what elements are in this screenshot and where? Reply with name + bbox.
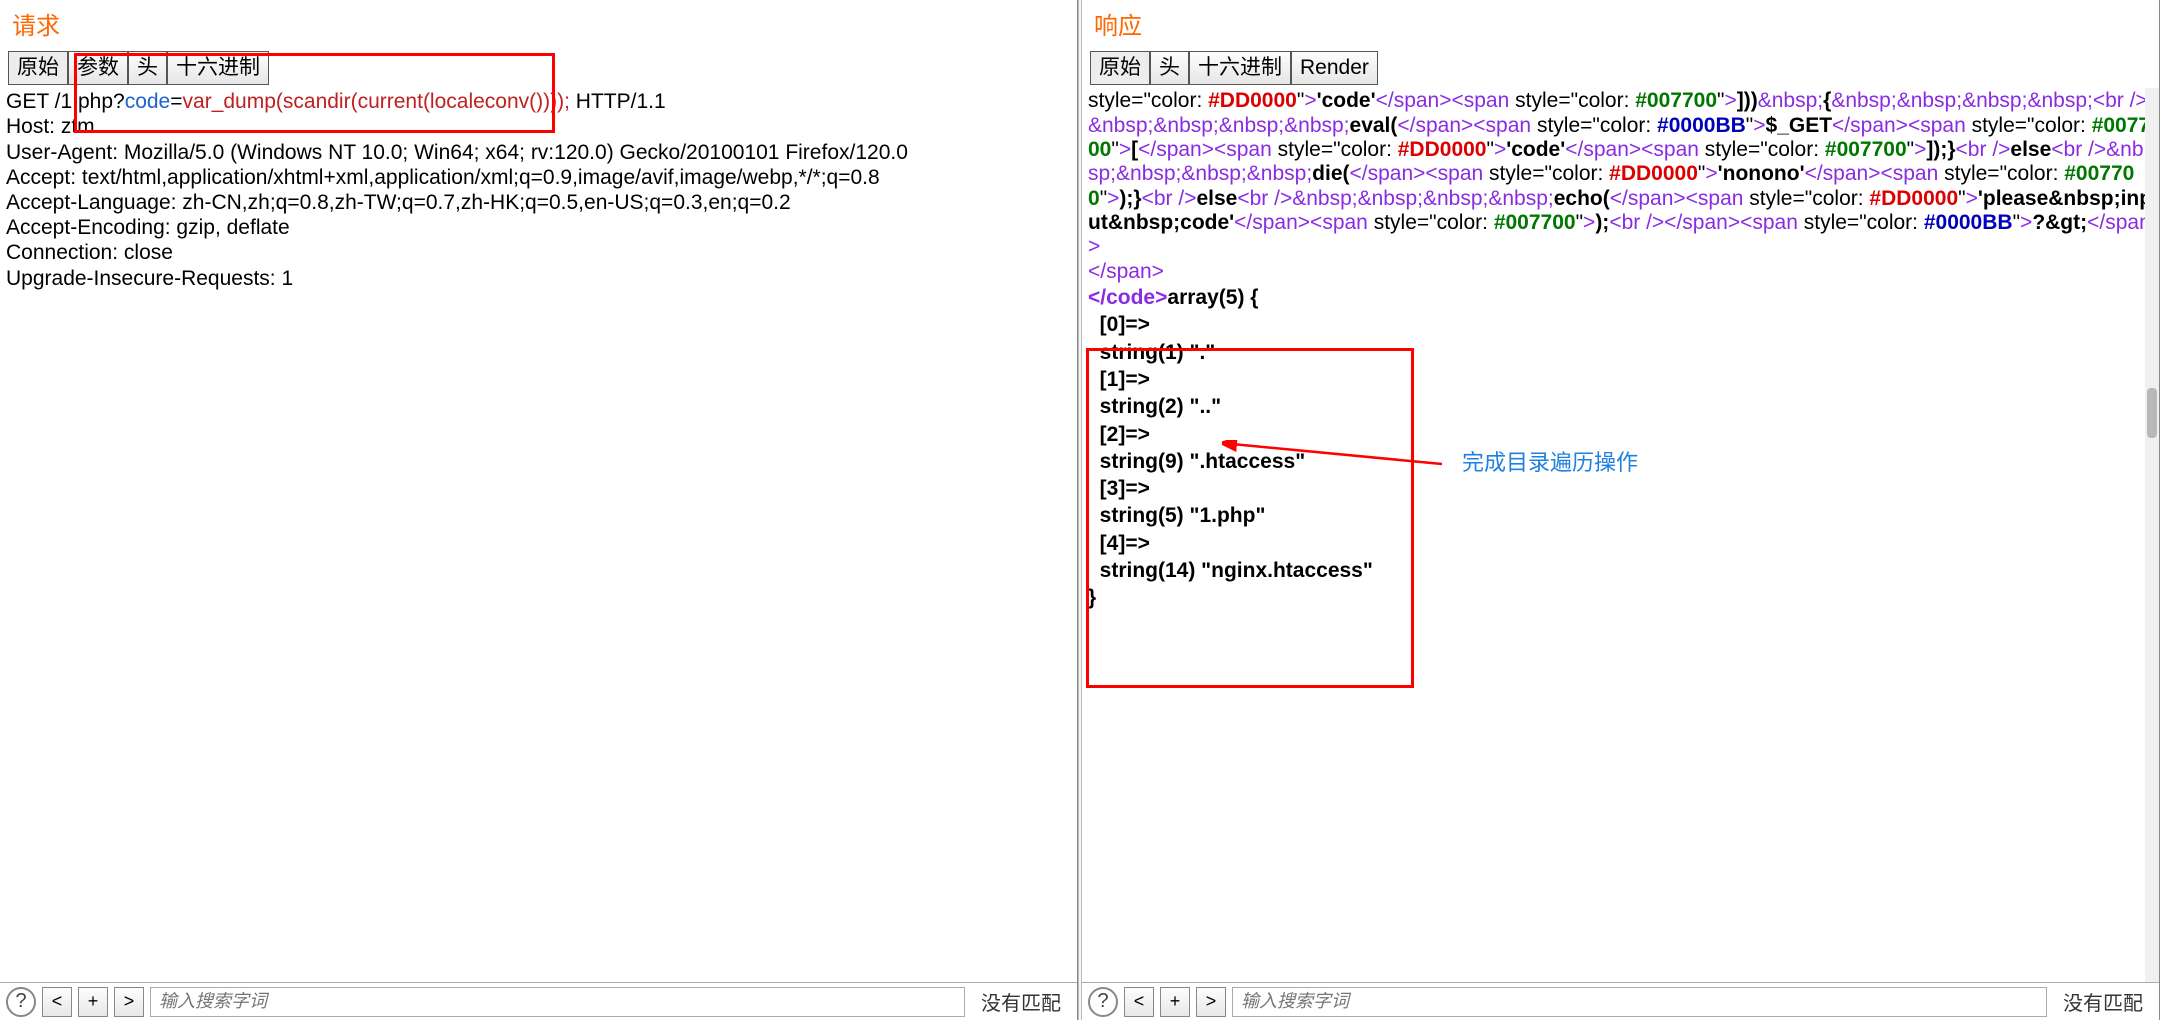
no-match-label: 没有匹配 xyxy=(2053,987,2153,1016)
tab-params[interactable]: 参数 xyxy=(68,51,128,85)
help-button[interactable]: ? xyxy=(1088,987,1118,1017)
response-content[interactable]: style="color: #DD0000">'code'</span><spa… xyxy=(1082,85,2159,615)
http-path: /1.php? xyxy=(55,90,125,113)
tab-raw[interactable]: 原始 xyxy=(1090,51,1150,85)
no-match-label: 没有匹配 xyxy=(971,987,1071,1016)
header-line: User-Agent: Mozilla/5.0 (Windows NT 10.0… xyxy=(6,140,1071,165)
prev-button[interactable]: < xyxy=(1124,987,1154,1017)
next-button[interactable]: > xyxy=(114,987,144,1017)
plus-button[interactable]: + xyxy=(1160,987,1190,1017)
request-tabs: 原始 参数 头 十六进制 xyxy=(0,51,1077,85)
http-version: HTTP/1.1 xyxy=(570,90,666,113)
tab-raw[interactable]: 原始 xyxy=(8,51,68,85)
help-button[interactable]: ? xyxy=(6,987,36,1017)
response-tabs: 原始 头 十六进制 Render xyxy=(1082,51,2159,85)
header-line: Host: ztm xyxy=(6,114,1071,139)
request-status-bar: ? < + > 没有匹配 xyxy=(0,982,1077,1020)
http-method: GET xyxy=(6,90,55,113)
header-line: Upgrade-Insecure-Requests: 1 xyxy=(6,266,1071,291)
response-title: 响应 xyxy=(1082,0,2159,47)
request-content[interactable]: GET /1.php?code=var_dump(scandir(current… xyxy=(0,85,1077,1020)
plus-button[interactable]: + xyxy=(78,987,108,1017)
next-button[interactable]: > xyxy=(1196,987,1226,1017)
tab-headers[interactable]: 头 xyxy=(128,51,167,85)
response-status-bar: ? < + > 没有匹配 xyxy=(1082,982,2159,1020)
request-line: GET /1.php?code=var_dump(scandir(current… xyxy=(6,89,1071,114)
tab-hex[interactable]: 十六进制 xyxy=(1189,51,1291,85)
param-key: code xyxy=(125,90,171,113)
header-line: Accept-Encoding: gzip, deflate xyxy=(6,215,1071,240)
param-eq: = xyxy=(170,90,182,113)
response-array-output: </code>array(5) { [0]=> string(1) "." [1… xyxy=(1088,284,2153,612)
request-panel: 请求 原始 参数 头 十六进制 GET /1.php?code=var_dump… xyxy=(0,0,1078,1020)
header-line: Accept: text/html,application/xhtml+xml,… xyxy=(6,165,1071,190)
scrollbar[interactable] xyxy=(2145,88,2159,982)
search-input[interactable] xyxy=(150,987,965,1017)
request-title: 请求 xyxy=(0,0,1077,47)
header-line: Connection: close xyxy=(6,240,1071,265)
prev-button[interactable]: < xyxy=(42,987,72,1017)
scrollbar-thumb[interactable] xyxy=(2147,388,2157,438)
tab-headers[interactable]: 头 xyxy=(1150,51,1189,85)
header-line: Accept-Language: zh-CN,zh;q=0.8,zh-TW;q=… xyxy=(6,190,1071,215)
response-panel: 响应 原始 头 十六进制 Render style="color: #DD000… xyxy=(1082,0,2160,1020)
tab-render[interactable]: Render xyxy=(1291,51,1378,85)
tab-hex[interactable]: 十六进制 xyxy=(167,51,269,85)
param-value: var_dump(scandir(current(localeconv())))… xyxy=(183,90,570,113)
search-input[interactable] xyxy=(1232,987,2047,1017)
